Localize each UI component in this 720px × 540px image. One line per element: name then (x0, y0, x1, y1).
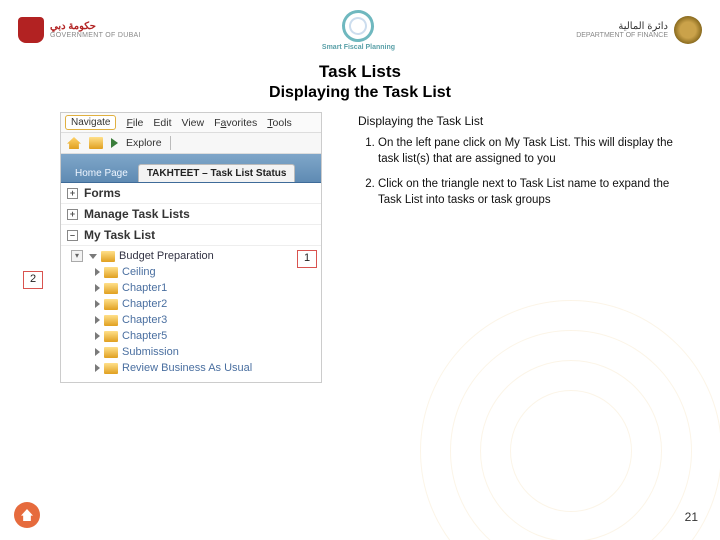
folder-icon (104, 267, 118, 278)
sfp-ring-icon (340, 7, 377, 44)
sfp-label: Smart Fiscal Planning (322, 44, 395, 51)
dof-ar: دائرة المالية (576, 21, 668, 32)
manage-label: Manage Task Lists (84, 207, 190, 221)
menu-view[interactable]: View (182, 117, 205, 129)
toolbar-separator (170, 136, 171, 150)
page-number: 21 (685, 510, 698, 524)
app-screenshot: Navigate File Edit View Favorites Tools … (60, 112, 322, 383)
menu-favorites[interactable]: Favorites (214, 117, 257, 129)
triangle-right-icon[interactable] (95, 284, 100, 292)
explore-label[interactable]: Explore (126, 137, 162, 149)
section-manage-task-lists[interactable]: Manage Task Lists (61, 204, 321, 225)
dof-en: DEPARTMENT OF FINANCE (576, 32, 668, 40)
instructions-panel: Displaying the Task List On the left pan… (358, 112, 690, 218)
triangle-down-icon[interactable] (89, 254, 97, 259)
folder-icon (104, 315, 118, 326)
dubai-crest-icon (18, 17, 44, 43)
dof-seal-icon (674, 16, 702, 44)
open-folder-icon[interactable] (89, 137, 103, 149)
slide-subtitle: Displaying the Task List (0, 84, 720, 102)
tree-root[interactable]: Budget Preparation (71, 248, 317, 264)
tab-home[interactable]: Home Page (67, 165, 136, 182)
left-pane: Forms Manage Task Lists My Task List Bud… (61, 183, 321, 382)
instructions-list: On the left pane click on My Task List. … (358, 136, 690, 208)
tree-item-chapter3[interactable]: Chapter3 (71, 312, 317, 328)
home-icon[interactable] (67, 137, 81, 149)
menu-tools[interactable]: Tools (267, 117, 292, 129)
folder-icon (104, 363, 118, 374)
triangle-right-icon[interactable] (95, 300, 100, 308)
instruction-step-1: On the left pane click on My Task List. … (378, 136, 690, 167)
tree-root-label: Budget Preparation (119, 250, 214, 262)
tree-item-chapter1[interactable]: Chapter1 (71, 280, 317, 296)
callout-2: 2 (23, 271, 43, 289)
tree-item-ceiling[interactable]: Ceiling (71, 264, 317, 280)
dubai-en: GOVERNMENT OF DUBAI (50, 32, 141, 40)
folder-icon (104, 331, 118, 342)
triangle-right-icon[interactable] (95, 316, 100, 324)
explore-arrow-icon (111, 138, 118, 148)
section-my-task-list[interactable]: My Task List (61, 225, 321, 246)
folder-icon (104, 347, 118, 358)
slide-title: Task Lists (0, 62, 720, 82)
folder-icon (104, 299, 118, 310)
forms-label: Forms (84, 186, 121, 200)
menu-edit[interactable]: Edit (153, 117, 171, 129)
triangle-right-icon[interactable] (95, 364, 100, 372)
task-tree: Budget Preparation Ceiling Chapter1 Chap… (61, 246, 321, 382)
expand-icon[interactable] (67, 209, 78, 220)
home-glyph-icon (21, 509, 33, 521)
triangle-right-icon[interactable] (95, 268, 100, 276)
mytasklist-label: My Task List (84, 228, 155, 242)
dropdown-icon[interactable] (71, 250, 83, 262)
navigate-button[interactable]: Navigate (65, 115, 116, 130)
slide-content: Navigate File Edit View Favorites Tools … (0, 112, 720, 383)
header-logos: حكومة دبي GOVERNMENT OF DUBAI Smart Fisc… (0, 0, 720, 58)
app-toolbar: Explore (61, 133, 321, 154)
folder-icon (104, 283, 118, 294)
tree-item-submission[interactable]: Submission (71, 344, 317, 360)
app-menubar: Navigate File Edit View Favorites Tools (61, 113, 321, 133)
section-forms[interactable]: Forms (61, 183, 321, 204)
footer-home-button[interactable] (14, 502, 40, 528)
logo-sfp: Smart Fiscal Planning (322, 10, 395, 51)
triangle-right-icon[interactable] (95, 332, 100, 340)
collapse-icon[interactable] (67, 230, 78, 241)
app-tabbar: Home Page TAKHTEET – Task List Status (61, 154, 321, 183)
tree-item-chapter5[interactable]: Chapter5 (71, 328, 317, 344)
dubai-ar: حكومة دبي (50, 21, 141, 32)
tab-tasklist-status[interactable]: TAKHTEET – Task List Status (138, 164, 296, 182)
instruction-step-2: Click on the triangle next to Task List … (378, 177, 690, 208)
menu-file[interactable]: File (126, 117, 143, 129)
expand-icon[interactable] (67, 188, 78, 199)
logo-dubai-gov: حكومة دبي GOVERNMENT OF DUBAI (18, 17, 141, 43)
callout-1: 1 (297, 250, 317, 268)
logo-dof: دائرة المالية DEPARTMENT OF FINANCE (576, 16, 702, 44)
tree-item-chapter2[interactable]: Chapter2 (71, 296, 317, 312)
tree-item-review-bau[interactable]: Review Business As Usual (71, 360, 317, 376)
triangle-right-icon[interactable] (95, 348, 100, 356)
folder-icon (101, 251, 115, 262)
instructions-title: Displaying the Task List (358, 114, 690, 128)
